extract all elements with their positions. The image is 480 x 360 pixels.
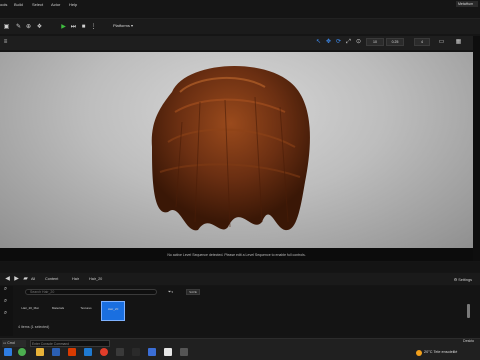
asset-tile[interactable]: Materials — [46, 301, 70, 321]
chrome-icon[interactable] — [18, 348, 26, 356]
content-browser-path-bar: ◀ ▶ ▰ All Content Hair Hair_20 ⚙ Setting… — [0, 273, 480, 285]
asset-tile-selected[interactable]: Hair_20 — [101, 301, 125, 321]
hair-model — [151, 65, 310, 231]
layout-icon[interactable]: ▦ — [455, 39, 462, 45]
breadcrumb-hair-20[interactable]: Hair_20 — [89, 277, 102, 281]
settings-button[interactable]: ⚙ Settings — [454, 277, 472, 282]
rotate-tool-icon[interactable]: ⟳ — [335, 39, 342, 45]
breadcrumb-all[interactable]: All — [31, 277, 35, 281]
back-icon[interactable]: ◀ — [4, 276, 11, 282]
search-icon[interactable]: ⌕ — [2, 286, 9, 292]
content-scrollbar[interactable] — [467, 304, 470, 318]
office-icon[interactable] — [68, 348, 76, 356]
app-icon[interactable] — [52, 348, 60, 356]
folder-icon: ▰ — [23, 276, 28, 282]
search-input[interactable]: Search Hair_20 — [25, 289, 157, 295]
blueprint-icon[interactable]: ❖ — [36, 24, 43, 30]
platforms-button[interactable]: Platforms ▾ — [113, 23, 133, 28]
app-icon[interactable] — [84, 348, 92, 356]
viewport-menu-icon[interactable]: ≡ — [2, 39, 9, 45]
mode-icon[interactable]: ✎ — [15, 24, 22, 30]
menu-tools[interactable]: ools — [0, 2, 7, 7]
menu-build[interactable]: Build — [14, 2, 23, 7]
save-search-button[interactable]: SAVE — [186, 289, 200, 295]
windows-start-icon[interactable] — [4, 348, 12, 356]
camera-speed-icon[interactable]: ▭ — [438, 39, 445, 45]
opera-icon[interactable] — [100, 348, 108, 356]
window-title: MetaHum — [456, 1, 478, 7]
rotation-snap-chip[interactable]: 0.25 — [386, 38, 404, 46]
console-button[interactable]: ▭ Cmd — [2, 340, 26, 347]
play-icon[interactable]: ▶ — [60, 24, 67, 30]
item-count-status: 4 items (1 selected) — [18, 325, 50, 329]
content-browser: Search Hair_20 ⏷▾ SAVE Hair_20_Mat Mater… — [0, 286, 480, 336]
forward-icon[interactable]: ▶ — [13, 276, 20, 282]
select-tool-icon[interactable]: ↖ — [315, 39, 322, 45]
menu-help[interactable]: Help — [69, 2, 77, 7]
app-icon[interactable] — [132, 348, 140, 356]
weather-icon[interactable] — [416, 350, 422, 356]
app-icon[interactable] — [180, 348, 188, 356]
explorer-icon[interactable] — [36, 348, 44, 356]
asset-tile[interactable]: Hair_20_Mat — [18, 301, 42, 321]
sequencer-notice-bar: No active Level Sequence detected. Pleas… — [0, 248, 473, 261]
windows-taskbar: ▭ Cmd Enter Console Command 20°C Tele en… — [0, 338, 480, 360]
desktop-label[interactable]: Deskto — [463, 339, 474, 343]
console-command-input[interactable]: Enter Console Command — [30, 340, 110, 347]
app-icon[interactable] — [116, 348, 124, 356]
move-tool-icon[interactable]: ✥ — [325, 39, 332, 45]
stop-icon[interactable]: ■ — [80, 24, 87, 30]
search-icon[interactable]: ⌕ — [2, 298, 9, 304]
skip-icon[interactable]: ⏭ — [70, 24, 77, 30]
breadcrumb-hair[interactable]: Hair — [72, 277, 79, 281]
more-icon[interactable]: ⋮ — [90, 24, 97, 30]
right-panel-edge — [473, 36, 480, 261]
content-browser-tabs — [0, 262, 480, 272]
level-viewport[interactable] — [0, 52, 473, 248]
app-icon[interactable] — [148, 348, 156, 356]
main-toolbar: ▣ ✎ ⊕ ❖ ▶ ⏭ ■ ⋮ Platforms ▾ — [0, 18, 480, 34]
unreal-engine-icon[interactable] — [164, 348, 172, 356]
viewport-toolbar: ≡ ↖ ✥ ⟳ ⤢ ⊙ 10 0.25 4 ▭ ▦ — [0, 36, 480, 50]
search-icon[interactable]: ⌕ — [2, 310, 9, 316]
save-icon[interactable]: ▣ — [3, 24, 10, 30]
scale-snap-chip[interactable]: 4 — [414, 38, 430, 46]
menu-select[interactable]: Select — [32, 2, 43, 7]
sequencer-notice: No active Level Sequence detected. Pleas… — [167, 253, 306, 257]
grid-snap-chip[interactable]: 10 — [366, 38, 384, 46]
menu-bar: ools Build Select Actor Help MetaHum — [0, 0, 480, 9]
filter-icon[interactable]: ⏷▾ — [168, 289, 173, 294]
globe-icon[interactable]: ⊙ — [355, 39, 362, 45]
scale-tool-icon[interactable]: ⤢ — [345, 39, 352, 45]
menu-actor[interactable]: Actor — [51, 2, 60, 7]
add-icon[interactable]: ⊕ — [25, 24, 32, 30]
weather-widget[interactable]: 20°C Tele ensoleillé — [424, 350, 457, 354]
breadcrumb-content[interactable]: Content — [45, 277, 58, 281]
content-browser-sidebar: ⌕ ⌕ ⌕ — [0, 286, 13, 336]
asset-tile[interactable]: Textures — [74, 301, 98, 321]
